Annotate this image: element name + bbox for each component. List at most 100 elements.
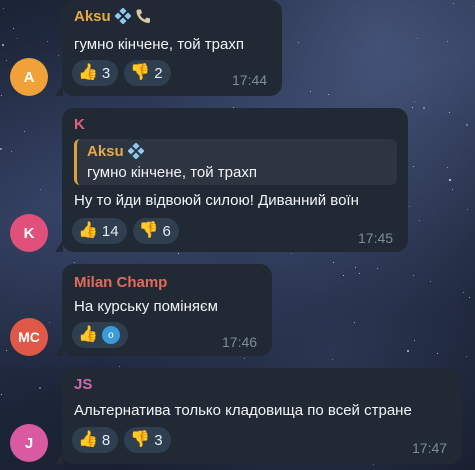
star [447, 41, 448, 42]
sender-name[interactable]: K [74, 116, 85, 133]
message-time: 17:45 [358, 230, 394, 246]
reaction-thumbs-up[interactable]: 👍 o [72, 322, 128, 348]
thumbs-down-icon: 👎 [138, 222, 159, 239]
star [40, 189, 41, 190]
star [298, 42, 299, 43]
star [413, 166, 414, 167]
message-time: 17:44 [232, 72, 268, 88]
star [310, 91, 311, 92]
star [407, 350, 409, 352]
star [419, 220, 420, 221]
star [467, 209, 468, 210]
avatar[interactable]: J [10, 424, 48, 462]
reaction-count: 2 [154, 64, 163, 82]
star [17, 38, 18, 39]
star [6, 60, 7, 61]
reply-text: гумно кінчене, той трахп [87, 164, 257, 181]
reactor-avatar-badge: o [101, 326, 120, 344]
star [343, 275, 344, 276]
sender-name[interactable]: Aksu [74, 7, 151, 26]
thumbs-up-icon: 👍 [78, 431, 98, 448]
message-text: Ну то йди відвоюй силою! Диванний воїн [74, 192, 359, 209]
star [453, 3, 454, 4]
star [74, 262, 75, 263]
message-text: На курську поміняєм [74, 298, 218, 315]
message-bubble[interactable]: Milan Champ На курську поміняєм 👍 o 17:4… [55, 264, 272, 356]
star [414, 101, 415, 102]
star [328, 94, 329, 95]
sender-name-text: Aksu [74, 8, 111, 25]
star [463, 292, 464, 293]
sender-name[interactable]: Milan Champ [74, 274, 167, 291]
star [355, 267, 356, 268]
star [178, 253, 179, 254]
reaction-count: 14 [101, 222, 119, 240]
star [39, 387, 41, 389]
message-text: гумно кінчене, той трахп [74, 36, 244, 53]
star [1, 95, 2, 96]
reactions: 👍 14 👎 6 [72, 218, 179, 244]
reaction-thumbs-up[interactable]: 👍 14 [72, 218, 127, 244]
reaction-thumbs-up[interactable]: 👍 3 [72, 60, 119, 86]
reactions: 👍 o [72, 322, 128, 348]
star [469, 297, 470, 298]
avatar[interactable]: K [10, 214, 48, 252]
message-bubble[interactable]: JS Альтернатива только кладовища по всей… [55, 368, 462, 464]
star [430, 281, 431, 282]
thumbs-up-icon: 👍 [78, 222, 98, 239]
star [449, 179, 451, 181]
star [49, 322, 50, 323]
reply-sender: Aksu [87, 142, 145, 161]
message-time: 17:47 [412, 440, 448, 456]
star [373, 464, 374, 465]
reaction-count: 6 [162, 222, 171, 240]
star [119, 366, 120, 367]
reaction-count: 3 [101, 64, 111, 82]
star [291, 253, 292, 254]
reaction-count: 3 [154, 431, 163, 449]
reaction-thumbs-down[interactable]: 👎 2 [124, 60, 171, 86]
star [413, 275, 414, 276]
star [354, 322, 355, 323]
star [3, 8, 4, 9]
star [11, 151, 12, 152]
message-text: Альтернатива только кладовища по всей ст… [74, 402, 412, 419]
star [47, 41, 48, 42]
reactions: 👍 3 👎 2 [72, 60, 171, 86]
reaction-thumbs-down[interactable]: 👎 3 [124, 427, 171, 453]
star [1, 394, 2, 395]
star [377, 268, 378, 269]
star [409, 206, 410, 207]
sender-name[interactable]: JS [74, 376, 92, 393]
star [447, 167, 448, 168]
message-time: 17:46 [222, 334, 258, 350]
star [244, 358, 245, 359]
reaction-thumbs-up[interactable]: 👍 8 [72, 427, 119, 453]
star [414, 340, 415, 341]
star [452, 189, 453, 190]
star [6, 350, 7, 351]
reply-quote[interactable]: Aksu гумно кінчене, той трахп [74, 139, 397, 185]
reaction-thumbs-down[interactable]: 👎 6 [132, 218, 179, 244]
star [449, 112, 450, 113]
thumbs-up-icon: 👍 [78, 64, 98, 81]
avatar[interactable]: A [10, 58, 48, 96]
reactions: 👍 8 👎 3 [72, 427, 171, 453]
star [13, 28, 14, 29]
reaction-count: 8 [101, 431, 111, 449]
star [473, 6, 474, 7]
verified-diamond-icon [114, 7, 132, 26]
star [359, 273, 360, 274]
thumbs-down-icon: 👎 [130, 431, 151, 448]
avatar[interactable]: MC [10, 318, 48, 356]
thumbs-up-icon: 👍 [78, 326, 98, 343]
message-bubble[interactable]: K Aksu гумно кінчене, той трахп Ну то йд… [55, 108, 408, 252]
star [466, 124, 468, 126]
star [437, 353, 438, 354]
star [417, 38, 418, 39]
verified-diamond-icon [127, 142, 145, 161]
star [333, 262, 334, 263]
message-bubble[interactable]: Aksu гумно кінчене, той трахп 👍 3 👎 2 17… [55, 0, 282, 96]
star [423, 107, 425, 109]
reply-sender-text: Aksu [87, 143, 124, 160]
